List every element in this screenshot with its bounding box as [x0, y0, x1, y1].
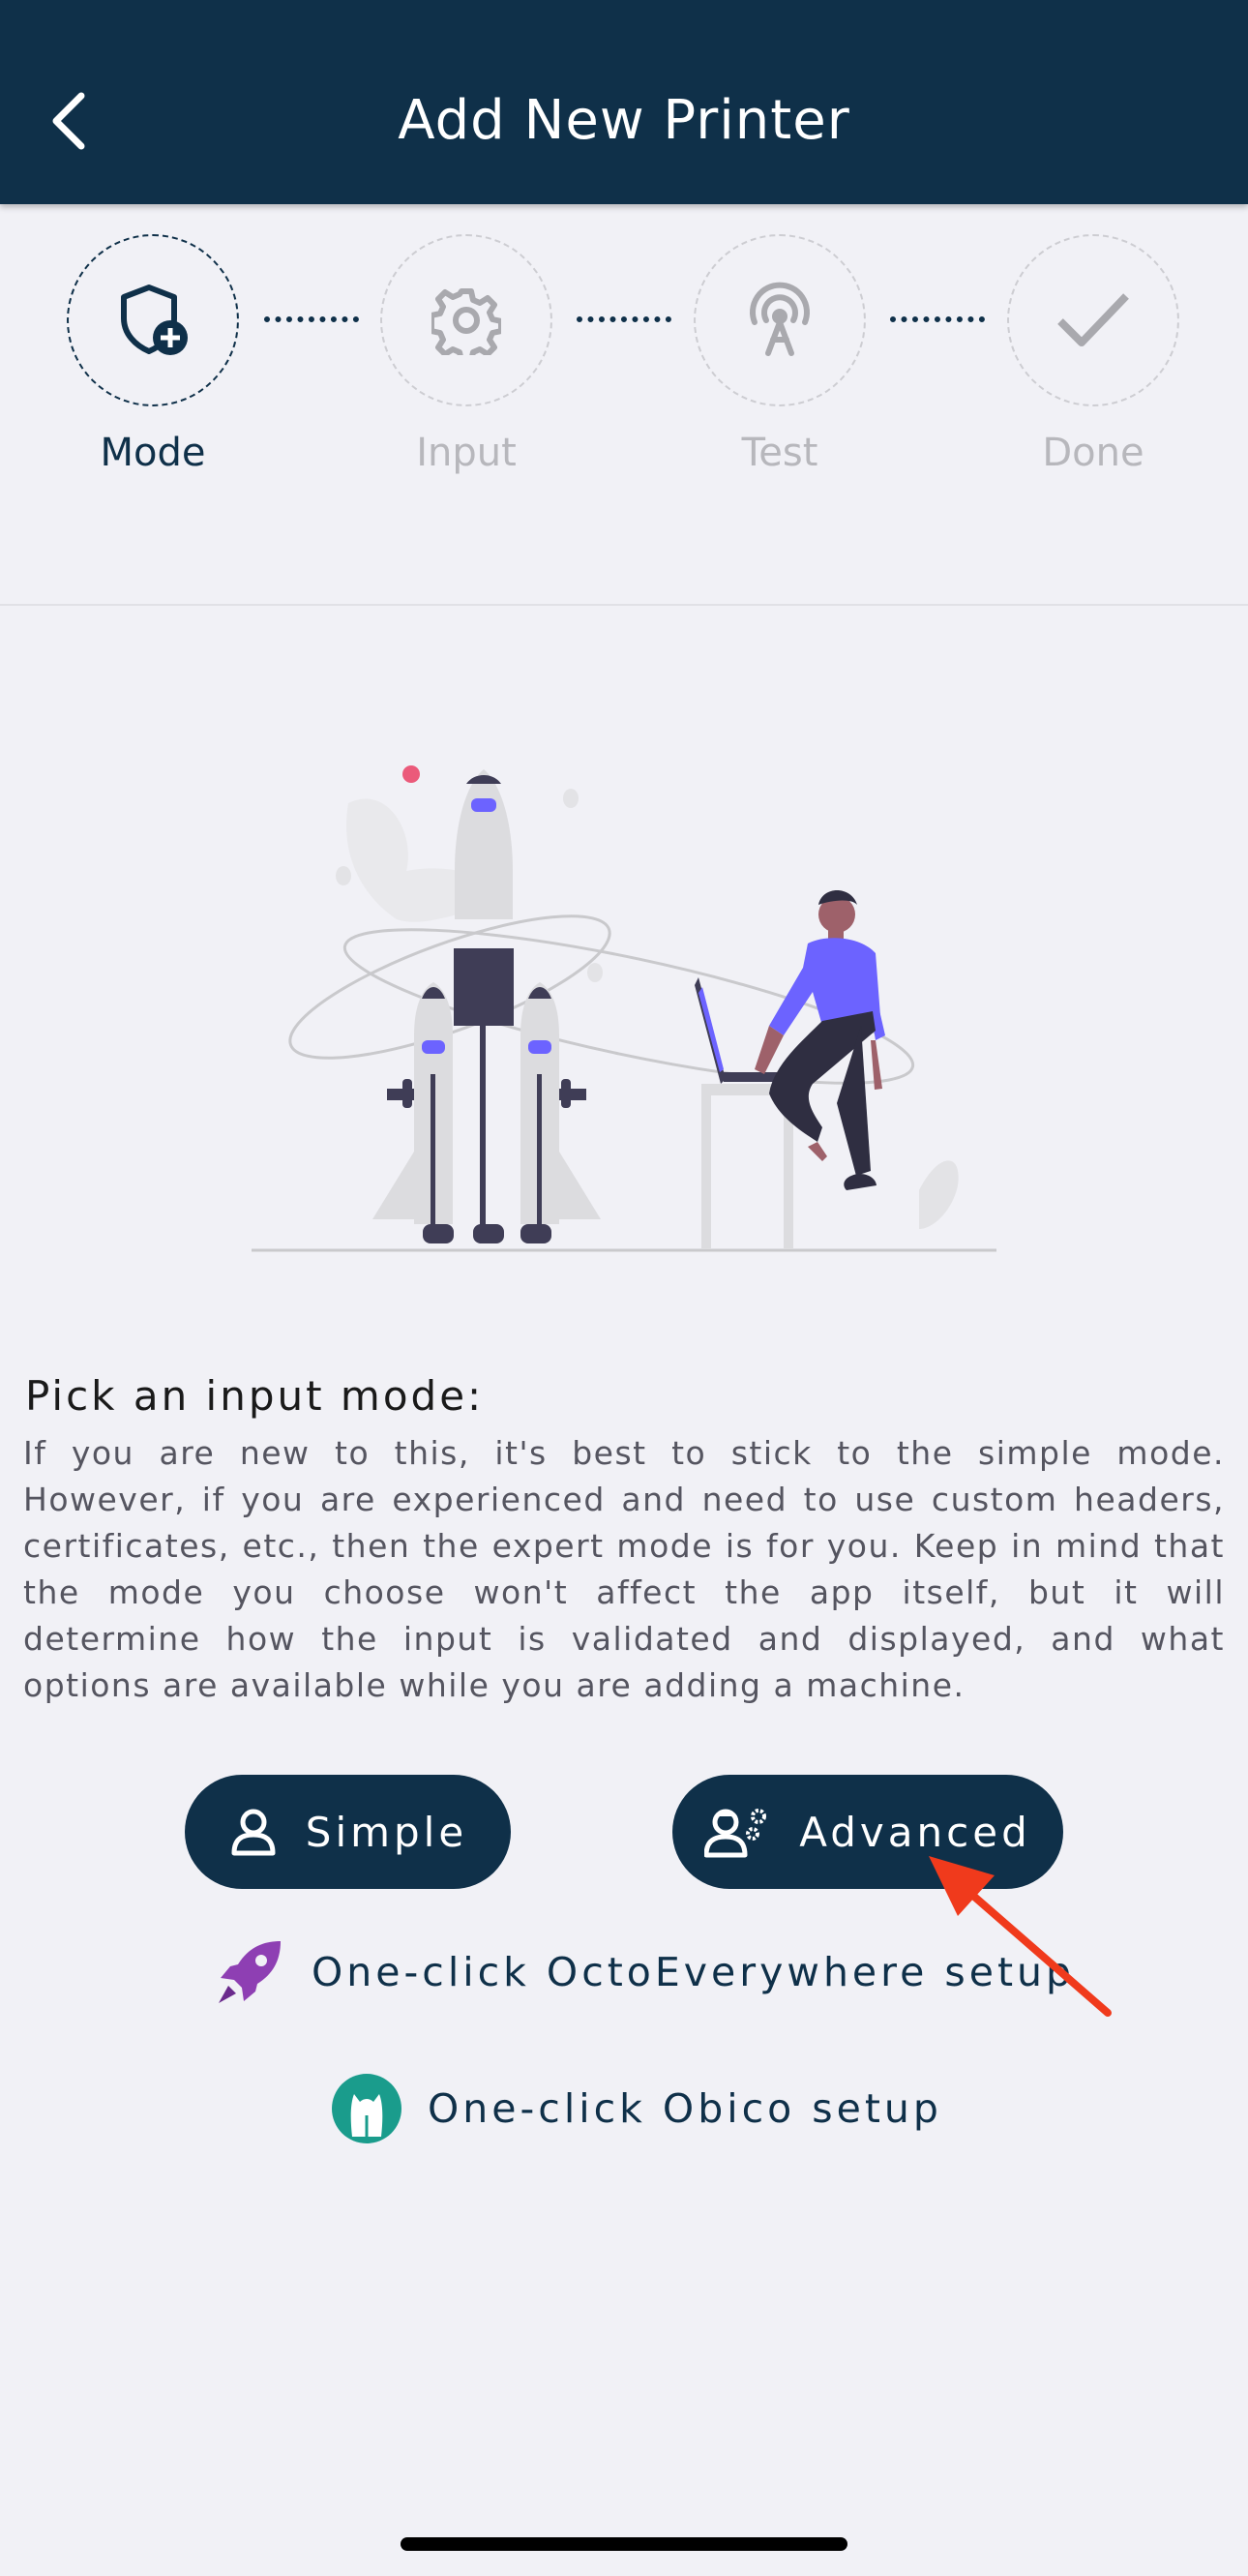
- annotation-arrow: [929, 1856, 1112, 2017]
- step-label-input: Input: [416, 431, 517, 475]
- app-header: Add New Printer: [0, 0, 1248, 204]
- gear-icon: [431, 288, 501, 355]
- input-mode-description: If you are new to this, it's best to sti…: [23, 1434, 1225, 1704]
- person-icon: [228, 1807, 279, 1857]
- obico-setup-label: One-click Obico setup: [428, 2085, 942, 2132]
- signal-tower-icon: [750, 282, 810, 356]
- rocket-icon: [213, 1935, 286, 2009]
- step-connector: [890, 316, 985, 322]
- step-done[interactable]: [1007, 234, 1179, 406]
- simple-mode-label: Simple: [305, 1808, 468, 1856]
- divider: [0, 604, 1248, 606]
- obico-logo-icon: [331, 2073, 402, 2144]
- input-mode-heading: Pick an input mode:: [25, 1372, 485, 1420]
- page-title: Add New Printer: [398, 89, 850, 152]
- step-test[interactable]: [694, 234, 866, 406]
- shield-plus-icon: [121, 285, 188, 355]
- obico-setup-link[interactable]: One-click Obico setup: [331, 2073, 942, 2144]
- step-label-test: Test: [741, 431, 818, 475]
- rocket-launch-illustration: [252, 765, 996, 1252]
- step-label-done: Done: [1042, 431, 1144, 475]
- person-gears-icon: [704, 1805, 772, 1859]
- step-connector: [264, 316, 359, 322]
- checkmark-icon: [1057, 293, 1129, 346]
- step-input[interactable]: [380, 234, 552, 406]
- simple-mode-button[interactable]: Simple: [185, 1775, 511, 1889]
- step-connector: [577, 316, 671, 322]
- step-label-mode: Mode: [100, 431, 206, 475]
- stepper: Mode Input Test Done: [0, 204, 1248, 605]
- step-mode[interactable]: [67, 234, 239, 406]
- home-indicator: [401, 2537, 847, 2551]
